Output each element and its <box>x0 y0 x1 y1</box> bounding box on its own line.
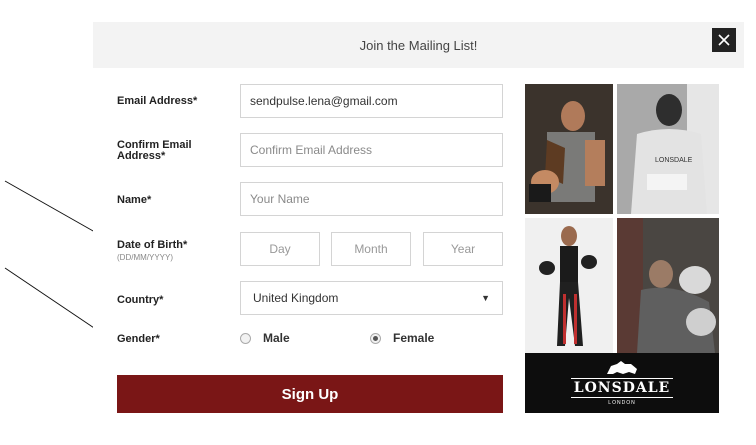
chevron-down-icon: ▼ <box>481 293 490 303</box>
photo-boxer-wrapping-hands: LONSDALE <box>617 84 719 214</box>
dob-day-input[interactable] <box>240 232 320 266</box>
close-button[interactable] <box>712 28 736 52</box>
name-field[interactable] <box>240 182 503 216</box>
svg-text:LONSDALE: LONSDALE <box>655 157 693 164</box>
confirm-email-field[interactable] <box>240 133 503 167</box>
radio-unchecked-icon <box>240 332 251 344</box>
brand-name: LONSDALE <box>570 378 674 398</box>
dob-month-input[interactable] <box>331 232 411 266</box>
email-label: Email Address* <box>117 95 198 107</box>
sign-up-button[interactable]: Sign Up <box>117 375 503 413</box>
country-select[interactable]: United Kingdom ▼ <box>240 281 503 315</box>
modal-header: Join the Mailing List! <box>93 22 744 68</box>
photo-boxer-gloves <box>617 218 719 353</box>
country-label: Country* <box>117 294 164 306</box>
lonsdale-logo: LONSDALE LONDON <box>525 353 719 413</box>
gender-option-label: Female <box>393 331 435 345</box>
dob-label: Date of Birth* (DD/MM/YYYY) <box>117 240 187 263</box>
name-label: Name* <box>117 194 152 206</box>
mailing-list-modal: Join the Mailing List! Email Address* Co… <box>93 22 744 445</box>
dob-format-hint: (DD/MM/YYYY) <box>117 253 173 262</box>
country-selected-value: United Kingdom <box>253 291 339 305</box>
gender-option-female[interactable]: Female <box>370 331 434 345</box>
close-icon <box>718 34 730 46</box>
brand-subtitle: LONDON <box>608 400 636 406</box>
dob-label-text: Date of Birth* <box>117 239 188 251</box>
photo-woman-boxing <box>525 218 613 353</box>
gender-option-label: Male <box>263 331 290 345</box>
radio-checked-icon <box>370 332 381 344</box>
modal-title: Join the Mailing List! <box>359 37 478 53</box>
lion-icon <box>607 361 637 374</box>
gender-label: Gender* <box>117 333 160 345</box>
photo-man-dumbbell <box>525 84 613 214</box>
confirm-email-label: Confirm Email Address* <box>117 139 192 162</box>
gender-option-male[interactable]: Male <box>240 331 290 345</box>
dob-year-input[interactable] <box>423 232 503 266</box>
email-field[interactable] <box>240 84 503 118</box>
